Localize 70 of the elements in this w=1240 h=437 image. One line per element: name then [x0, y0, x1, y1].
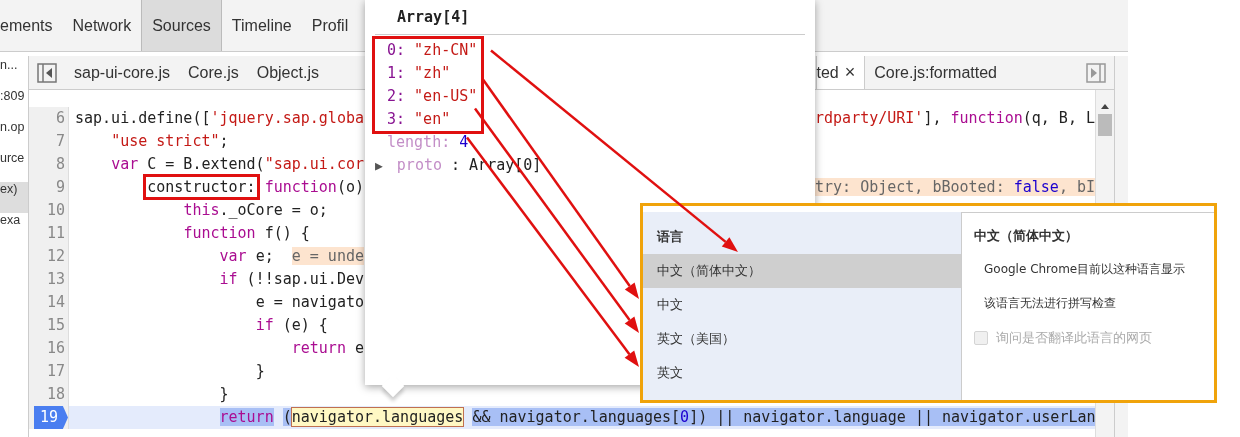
line-number: 15	[46, 315, 65, 336]
code-line: }	[218, 384, 229, 405]
line-number: 14	[46, 292, 65, 313]
code-line: return e	[290, 338, 364, 359]
code-line: }	[254, 361, 265, 382]
file-tab[interactable]: Object.js	[247, 56, 328, 89]
panel-tab[interactable]: Sources	[141, 0, 222, 51]
navigator-item[interactable]: n.op	[0, 120, 28, 151]
language-note: 该语言无法进行拼写检查	[983, 295, 1117, 312]
line-number: 12	[46, 246, 65, 267]
language-item[interactable]: 英文	[643, 356, 961, 390]
language-note: Google Chrome目前以这种语言显示	[983, 261, 1187, 278]
code-line: function f() {	[182, 223, 310, 244]
code-line: constructor: function(o)	[75, 176, 364, 199]
language-item[interactable]: 英文（美国）	[643, 322, 961, 356]
navigator-item[interactable]: :809	[0, 89, 28, 120]
line-number: 11	[46, 223, 65, 244]
array-entry: 1: "zh"	[387, 63, 452, 84]
code-line: return (navigator.languages && navigator.languages[0]) || navigator.language || navigator.userLan	[218, 407, 1095, 428]
sidebar-toggle-icon[interactable]	[37, 62, 57, 83]
line-number: 7	[55, 131, 65, 152]
language-title: 中文（简体中文）	[974, 227, 1079, 245]
code-line: var C = B.extend("sap.ui.cor	[110, 154, 364, 175]
line-number: 18	[46, 384, 65, 405]
array-entry: 2: "en-US"	[387, 86, 479, 107]
code-line: if (e) {	[254, 315, 328, 336]
file-tab-label: Core.js:formatted	[874, 63, 997, 82]
popover-title: Array[4]	[396, 7, 471, 28]
array-entry: 0: "zh-CN"	[387, 40, 479, 61]
file-tab[interactable]: Core.js:formatted	[865, 56, 1006, 89]
line-number: 13	[46, 269, 65, 290]
line-number: 8	[55, 154, 65, 175]
panel-tab[interactable]: Timeline	[221, 0, 302, 51]
code-line: sap.ui.define(['jquery.sap.globa	[75, 108, 364, 129]
code-line: var e; e = unde	[218, 246, 364, 267]
file-tab[interactable]: ted ×	[815, 56, 866, 89]
file-tab-label: Object.js	[256, 63, 319, 82]
file-tab[interactable]: sap-ui-core.js	[65, 56, 180, 89]
panel-tab[interactable]: Network	[62, 0, 142, 51]
navigator-item[interactable]: ex)	[0, 182, 28, 213]
line-number: 17	[46, 361, 65, 382]
column-heading: 语言	[655, 228, 684, 246]
expand-toggle[interactable]: ▶	[375, 154, 383, 177]
close-icon[interactable]: ×	[844, 62, 856, 83]
code-line: e = navigato	[254, 292, 364, 313]
file-tab-label: ted	[816, 63, 839, 82]
panel-toggle-icon[interactable]	[1086, 62, 1106, 83]
file-tab-label: Core.js	[188, 63, 239, 82]
line-number: 9	[55, 177, 65, 198]
line-number: 6	[55, 108, 65, 129]
navigator-item[interactable]: n...	[0, 58, 28, 89]
line-number: 10	[46, 200, 65, 221]
code-line: this._oCore = o;	[182, 200, 328, 221]
code-line: "use strict";	[110, 131, 229, 152]
array-length: length: 4	[386, 132, 470, 153]
panel-tab[interactable]: Profil	[301, 0, 359, 51]
navigator-item[interactable]: exa	[0, 213, 28, 244]
panel-tab[interactable]: ements	[0, 0, 63, 51]
code-line: try: Object, bBooted: false, bI	[815, 177, 1095, 198]
code-line: rdparty/URI'], function(q, B, L	[815, 108, 1095, 129]
array-entry: 3: "en"	[387, 109, 452, 130]
language-item[interactable]: 中文（简体中文）	[643, 254, 961, 288]
checkbox-label: 询问是否翻译此语言的网页	[996, 329, 1152, 347]
file-tab-label: sap-ui-core.js	[74, 63, 171, 82]
language-item[interactable]: 中文	[643, 288, 961, 322]
file-tab[interactable]: Core.js	[179, 56, 248, 89]
code-line: if (!!sap.ui.Dev	[218, 269, 364, 290]
line-number: 19	[33, 406, 68, 429]
line-number: 16	[46, 338, 65, 359]
navigator-item[interactable]: urce	[0, 151, 28, 182]
